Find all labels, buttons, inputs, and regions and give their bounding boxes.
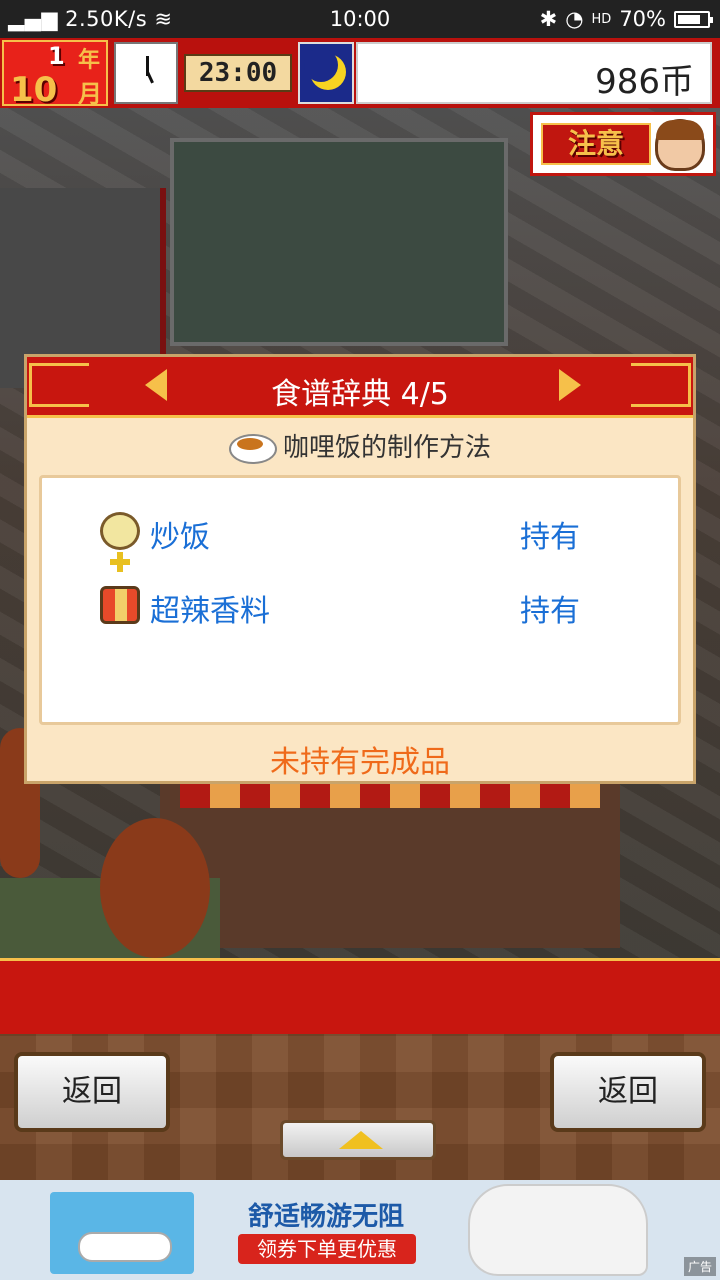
date-display: 1 年 10 月 [2,40,108,110]
game-time: 23:00 [184,54,292,92]
ingredient-row: 炒饭 持有 [42,510,678,555]
dialog-title: 食谱辞典 4/5 [271,377,449,412]
clock-icon [114,42,178,104]
game-top-bar: 1 年 10 月 23:00 986币 [0,38,720,110]
bluetooth-icon: ✱ [539,7,558,31]
month-unit: 月 [78,80,102,108]
message-panel [0,958,720,1034]
dialog-header: 食谱辞典 4/5 [27,357,693,418]
next-page-arrow-icon[interactable] [559,369,581,401]
ad-tag: 广告 [683,1257,716,1276]
hd-call-icon: HD [591,11,612,27]
night-moon-icon [298,42,354,104]
status-bar: ▂▄▆ 2.50K/s ≋ 10:00 ✱ ◔ HD 70% [0,0,720,38]
coin-value: 986币 [595,62,694,102]
back-button-left[interactable]: 返回 [14,1052,170,1132]
battery-percent: 70% [619,7,666,31]
ingredient-status: 持有 [520,520,580,555]
autumn-tree [100,818,210,958]
fried-rice-icon [100,512,140,550]
back-button-right[interactable]: 返回 [550,1052,706,1132]
completion-status: 未持有完成品 [270,745,450,780]
ingredient-list: 炒饭 持有 超辣香料 持有 [39,475,681,725]
restaurant-kitchen [170,138,508,346]
ingredient-name: 炒饭 [150,520,210,555]
notice-label: 注意 [541,123,651,165]
plus-icon [110,552,130,572]
year-unit: 年 [78,48,101,73]
month-value: 10 [10,70,58,110]
shoes-image [50,1192,194,1274]
ingredient-name: 超辣香料 [150,594,270,629]
ingredient-row: 超辣香料 持有 [42,584,678,629]
ad-banner[interactable]: 舒适畅游无阻 领券下单更优惠 广告 [0,1180,720,1280]
coin-display: 986币 [356,42,712,104]
ad-cta[interactable]: 领券下单更优惠 [238,1234,416,1264]
arrow-up-icon [339,1131,383,1149]
recipe-dictionary-dialog: 食谱辞典 4/5 咖哩饭的制作方法 炒饭 持有 超辣香料 持有 未持有完成品 [24,354,696,784]
bottom-toolbar: 返回 返回 [0,1034,720,1180]
ad-headline: 舒适畅游无阻 [247,1202,404,1232]
advisor-avatar-icon [655,119,705,171]
expand-menu-button[interactable] [280,1120,436,1160]
year-value: 1 [48,42,65,70]
alarm-icon: ◔ [565,7,584,31]
recipe-subtitle: 咖哩饭的制作方法 [27,427,693,464]
recipe-name: 咖哩饭的制作方法 [282,433,491,463]
curry-rice-icon [228,433,277,464]
battery-icon [674,10,713,28]
notice-button[interactable]: 注意 [530,112,716,176]
spice-icon [100,586,140,624]
status-right: ✱ ◔ HD 70% [539,7,713,31]
ingredient-status: 持有 [520,594,580,629]
sneaker-image [468,1184,648,1276]
